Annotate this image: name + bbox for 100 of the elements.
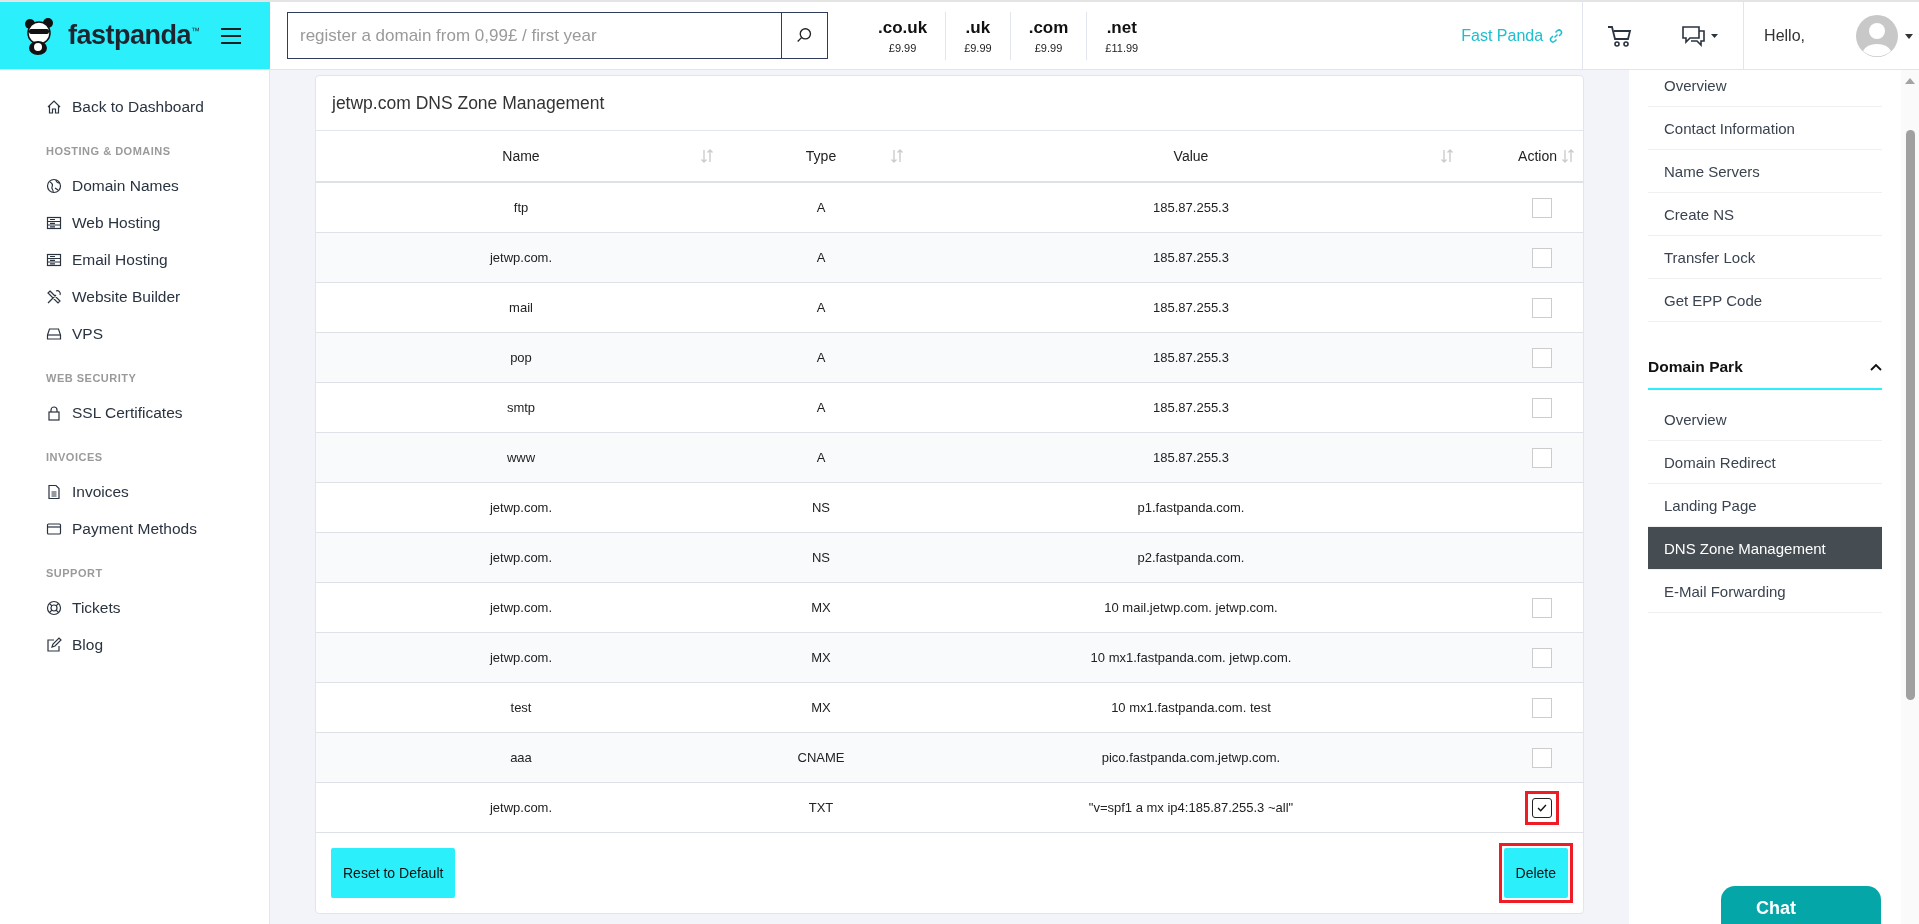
sort-icon[interactable] (1561, 149, 1575, 163)
sidebar-section-title: HOSTING & DOMAINS (46, 145, 172, 157)
table-cell: ftp (513, 200, 529, 215)
scroll-up-icon[interactable] (1905, 78, 1915, 84)
reset-button[interactable]: Reset to Default (331, 848, 456, 898)
table-cell: A (816, 450, 826, 465)
sidebar-item[interactable]: VPS (46, 315, 269, 352)
table-cell: 185.87.255.3 (1153, 450, 1229, 465)
sidebar-item[interactable]: Web Hosting (46, 204, 269, 241)
sidebar-item[interactable]: Tickets (46, 589, 269, 626)
menu-item[interactable]: Overview (1648, 398, 1882, 441)
sidebar-item[interactable]: Email Hosting (46, 241, 269, 278)
table-cell: MX (811, 600, 831, 615)
table-cell: A (816, 300, 826, 315)
sidebar-item[interactable]: SSL Certificates (46, 394, 269, 431)
menu-item[interactable]: DNS Zone Management (1648, 527, 1882, 570)
sidebar-section-title: INVOICES (46, 451, 104, 463)
table-cell: jetwp.com. (489, 600, 553, 615)
row-checkbox[interactable] (1532, 797, 1552, 818)
search-icon[interactable] (796, 27, 813, 44)
menu-item[interactable]: Create NS (1648, 193, 1882, 236)
sidebar-item[interactable]: Payment Methods (46, 510, 269, 547)
table-cell: MX (811, 700, 831, 715)
delete-button[interactable]: Delete (1503, 848, 1568, 898)
sort-icon[interactable] (890, 149, 904, 163)
lifebuoy-icon (46, 599, 62, 616)
menu-item[interactable]: Name Servers (1648, 150, 1882, 193)
table-cell: NS (811, 500, 831, 515)
table-cell: 185.87.255.3 (1153, 400, 1229, 415)
table-cell: 185.87.255.3 (1153, 300, 1229, 315)
user-avatar-icon[interactable] (1855, 13, 1915, 58)
table-cell: A (816, 250, 826, 265)
domain-price-link[interactable]: .com £9.99 (1009, 11, 1087, 60)
menu-item[interactable]: Get EPP Code (1648, 279, 1882, 322)
document-icon (46, 483, 62, 500)
domain-price-link[interactable]: .uk £9.99 (945, 11, 1010, 60)
menu-item[interactable]: E-Mail Forwarding (1648, 570, 1882, 613)
column-header[interactable]: Type (805, 148, 837, 164)
table-cell: 10 mx1.fastpanda.com. test (1111, 700, 1271, 715)
table-cell: mail (509, 300, 533, 315)
sidebar-section-title: SUPPORT (46, 567, 104, 579)
sidebar-item[interactable]: Domain Names (46, 167, 269, 204)
table-cell: NS (811, 550, 831, 565)
sidebar-item[interactable]: Blog (46, 626, 269, 663)
table-cell: 185.87.255.3 (1153, 350, 1229, 365)
sidebar-item[interactable]: Website Builder (46, 278, 269, 315)
server-icon (46, 251, 62, 268)
domain-price-link[interactable]: .net £11.99 (1086, 11, 1157, 60)
card-title: jetwp.com DNS Zone Management (316, 76, 1583, 131)
sort-icon[interactable] (700, 149, 714, 163)
table-cell: A (816, 200, 826, 215)
table-cell: p1.fastpanda.com. (1137, 500, 1245, 515)
table-cell: 185.87.255.3 (1153, 250, 1229, 265)
table-cell: A (816, 400, 826, 415)
chevron-icon[interactable] (1870, 363, 1882, 371)
table-cell: jetwp.com. (489, 250, 553, 265)
server-icon (46, 214, 62, 231)
table-cell: jetwp.com. (489, 800, 553, 815)
menu-group-title[interactable]: Domain Park (1648, 358, 1743, 376)
menu-item[interactable]: Overview (1648, 64, 1882, 107)
sidebar-section-title: WEB SECURITY (46, 372, 138, 384)
table-cell: CNAME (797, 750, 845, 765)
domain-price-link[interactable]: .co.uk £9.99 (860, 11, 946, 60)
sidebar-item[interactable]: Invoices (46, 473, 269, 510)
greeting-text: Hello, (1764, 26, 1805, 45)
sidebar-item[interactable]: Back to Dashboard (46, 88, 269, 125)
menu-item[interactable]: Domain Redirect (1648, 441, 1882, 484)
logo-text[interactable]: fastpanda$^{™}$ (68, 20, 200, 51)
table-cell: "v=spf1 a mx ip4:185.87.255.3 ~all" (1088, 800, 1294, 815)
table-cell: A (816, 350, 826, 365)
home-icon (46, 98, 62, 115)
table-cell: jetwp.com. (489, 550, 553, 565)
column-header[interactable]: Action (1518, 148, 1557, 164)
lock-icon (46, 404, 62, 421)
menu-item[interactable]: Transfer Lock (1648, 236, 1882, 279)
table-cell: www (506, 450, 536, 465)
edit-icon (46, 636, 62, 653)
table-cell: pico.fastpanda.com.jetwp.com. (1101, 750, 1281, 765)
table-cell: aaa (510, 750, 532, 765)
search-button[interactable] (781, 12, 828, 59)
menu-item[interactable]: Contact Information (1648, 107, 1882, 150)
table-cell: test (510, 700, 532, 715)
globe-icon (46, 177, 62, 194)
drive-icon (46, 325, 62, 342)
table-cell: MX (811, 650, 831, 665)
table-cell: smtp (506, 400, 536, 415)
tools-icon (46, 288, 62, 305)
menu-icon[interactable] (219, 26, 242, 45)
table-cell: p2.fastpanda.com. (1137, 550, 1245, 565)
column-header[interactable]: Name (502, 148, 540, 164)
column-header[interactable]: Value (1173, 148, 1209, 164)
search-field[interactable]: register a domain from 0,99£ / first year (287, 12, 781, 59)
table-cell: 185.87.255.3 (1153, 200, 1229, 215)
table-cell: 10 mail.jetwp.com. jetwp.com. (1104, 600, 1278, 615)
table-cell: jetwp.com. (489, 500, 553, 515)
table-cell: 10 mx1.fastpanda.com. jetwp.com. (1090, 650, 1292, 665)
table-cell: TXT (808, 800, 834, 815)
sort-icon[interactable] (1440, 149, 1454, 163)
scrollbar[interactable] (1901, 70, 1919, 924)
link-icon (1548, 27, 1565, 44)
